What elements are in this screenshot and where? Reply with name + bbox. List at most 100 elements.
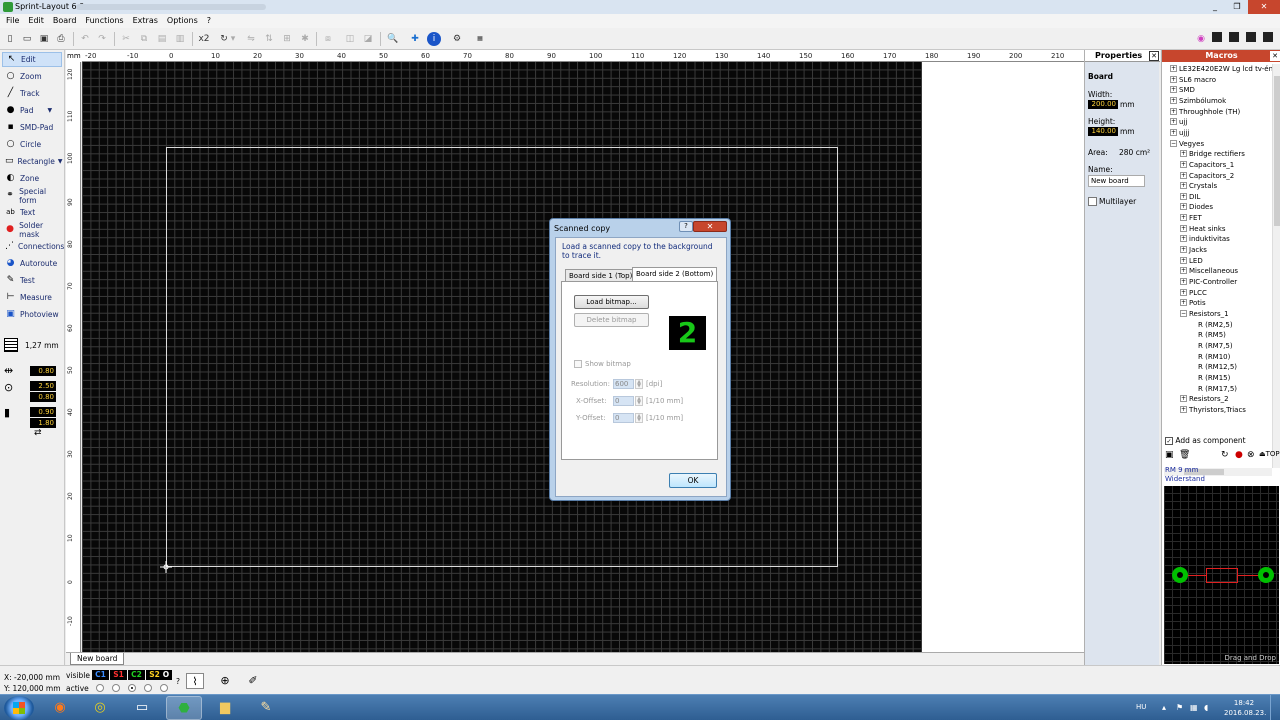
open-folder-icon[interactable]: ▭ (20, 32, 34, 46)
macro-tree-item[interactable]: + Throughhole (TH) (1170, 107, 1240, 117)
mirror-h-icon[interactable]: ⇋ (244, 32, 258, 46)
layer-down-icon[interactable]: ◪ (361, 32, 375, 46)
dialog-close-button[interactable]: ✕ (693, 221, 727, 232)
macro-tree-item[interactable]: + LE32E420E2W Lg lcd tv-énk (1170, 64, 1272, 74)
pad-outer-value[interactable]: 2.50 (30, 381, 56, 391)
macro-tree-item[interactable]: + Szimbólumok (1170, 96, 1226, 106)
macro-tree-item[interactable]: + Capacitors_1 (1180, 160, 1234, 170)
macro-tree-item[interactable]: + PIC-Controller (1180, 277, 1237, 287)
active-c2-radio[interactable] (128, 684, 136, 692)
smd-width-value[interactable]: 0.90 (30, 407, 56, 417)
rubberband-icon[interactable]: ⌇ (186, 673, 204, 689)
macro-tree-item[interactable]: + ujjj (1170, 128, 1189, 138)
macro-tree-item[interactable]: + Miscellaneous (1180, 266, 1238, 276)
menu-board[interactable]: Board (53, 14, 77, 28)
expand-icon[interactable]: + (1180, 246, 1187, 254)
expand-icon[interactable]: + (1180, 395, 1187, 403)
tray-arrow-icon[interactable]: ▴ (1162, 703, 1171, 712)
expand-icon[interactable]: + (1170, 75, 1177, 83)
name-field[interactable]: New board (1088, 175, 1145, 187)
macro-tree-item[interactable]: + SL6 macro (1170, 75, 1216, 85)
macro-tree-item[interactable]: + Resistors_2 (1180, 394, 1229, 404)
tray-network-icon[interactable]: ▦ (1190, 703, 1199, 712)
expand-icon[interactable]: + (1180, 278, 1187, 285)
expand-icon[interactable]: + (1170, 118, 1177, 126)
menu-help[interactable]: ? (207, 14, 211, 28)
tab-board-side-2[interactable]: Board side 2 (Bottom) (632, 267, 718, 282)
delete-bitmap-button[interactable]: Delete bitmap (574, 313, 649, 327)
track-width-value[interactable]: 0.80 (30, 366, 56, 376)
yoffset-field[interactable]: 0 (613, 413, 634, 423)
date-icon[interactable]: ▦ (473, 32, 487, 46)
macro-tree-item[interactable]: + DIL (1180, 192, 1200, 202)
tool-text[interactable]: ab Text (2, 205, 62, 220)
layer-o[interactable]: O (160, 670, 172, 680)
macro-tree-item[interactable]: + ujj (1170, 117, 1187, 127)
macro-tree-item[interactable]: + Potis (1180, 298, 1206, 308)
add-component-checkbox[interactable]: ✓ (1165, 437, 1173, 445)
active-s2-radio[interactable] (144, 684, 152, 692)
macro-tree-item[interactable]: R (RM17,5) (1198, 384, 1237, 394)
chrome-icon[interactable]: ◎ (82, 696, 118, 720)
grid-icon[interactable] (4, 338, 18, 352)
duplicate-button[interactable]: x2 (196, 32, 212, 46)
pad-dropdown-icon[interactable]: ▼ (48, 107, 53, 114)
minimize-button[interactable]: _ (1204, 0, 1226, 14)
macro-tree-item[interactable]: + SMD (1170, 85, 1195, 95)
multilayer-checkbox[interactable] (1088, 197, 1097, 206)
print-icon[interactable]: ⎙ (54, 32, 68, 46)
macro-tree-item[interactable]: + Capacitors_2 (1180, 171, 1234, 181)
active-o-radio[interactable] (160, 684, 168, 692)
language-indicator[interactable]: HU (1136, 703, 1146, 711)
save-macro-icon[interactable]: ▣ (1165, 450, 1174, 460)
tool-photoview[interactable]: ▣ Photoview (2, 307, 62, 322)
expand-icon[interactable]: + (1180, 182, 1187, 190)
load-bitmap-button[interactable]: Load bitmap... (574, 295, 649, 309)
active-s1-radio[interactable] (112, 684, 120, 692)
macro-preview[interactable]: Drag and Drop (1164, 486, 1279, 664)
tree-scrollbar[interactable] (1272, 64, 1280, 468)
layer-c1[interactable]: C1 (92, 670, 109, 680)
expand-icon[interactable]: + (1180, 299, 1187, 307)
expand-icon[interactable]: + (1170, 128, 1177, 136)
expand-icon[interactable]: + (1180, 192, 1187, 200)
macro-tree-item[interactable]: R (RM5) (1198, 330, 1226, 340)
group-icon[interactable]: ⧈ (321, 32, 335, 46)
macro-tree-item[interactable]: + Crystals (1180, 181, 1217, 191)
layer-up-icon[interactable]: ◫ (343, 32, 357, 46)
width-field[interactable]: 200.00 (1088, 100, 1118, 109)
properties-close-icon[interactable]: ✕ (1149, 51, 1159, 61)
expand-icon[interactable]: + (1180, 256, 1187, 264)
rotate-macro-icon[interactable]: ↻ (1221, 450, 1229, 460)
menu-options[interactable]: Options (167, 14, 198, 28)
macro-tree-item[interactable]: + Diodes (1180, 202, 1213, 212)
macro-tree-item[interactable]: R (RM7,5) (1198, 341, 1233, 351)
delete-icon[interactable]: ▥ (173, 32, 187, 46)
tray-volume-icon[interactable]: ◖ (1204, 703, 1213, 712)
measure-ruler-icon[interactable]: ✐ (244, 673, 262, 689)
macro-tree-item[interactable]: R (RM10) (1198, 352, 1230, 362)
drc-3-icon[interactable] (1244, 32, 1258, 46)
info-icon[interactable]: i (427, 32, 441, 46)
layer-help[interactable]: ? (176, 677, 180, 686)
macro-tree-item[interactable]: R (RM15) (1198, 373, 1230, 383)
xoffset-field[interactable]: 0 (613, 396, 634, 406)
expand-icon[interactable]: + (1180, 171, 1187, 179)
terminal-icon[interactable]: ▭ (124, 696, 160, 720)
tool-solder-mask[interactable]: ● Solder mask (2, 221, 62, 239)
explorer-icon[interactable]: ▆ (207, 696, 243, 720)
tool-zoom[interactable]: ○ Zoom (2, 69, 62, 84)
sprint-layout-icon[interactable]: ⬣ (166, 696, 202, 720)
expand-icon[interactable]: + (1180, 235, 1187, 243)
macro-tree-item[interactable]: + FET (1180, 213, 1202, 223)
align-icon[interactable]: ⊞ (280, 32, 294, 46)
swap-icon[interactable]: ⇄ (34, 427, 42, 439)
drc-2-icon[interactable] (1227, 32, 1241, 46)
add-as-component[interactable]: ✓ Add as component (1165, 436, 1246, 445)
menu-file[interactable]: File (6, 14, 19, 28)
macro-tree-item[interactable]: + Bridge rectifiers (1180, 149, 1245, 159)
tool-circle[interactable]: ○ Circle (2, 137, 62, 152)
tool-track[interactable]: ╱ Track (2, 86, 62, 101)
macros-close-icon[interactable]: ✕ (1270, 51, 1280, 61)
height-field[interactable]: 140.00 (1088, 127, 1118, 136)
